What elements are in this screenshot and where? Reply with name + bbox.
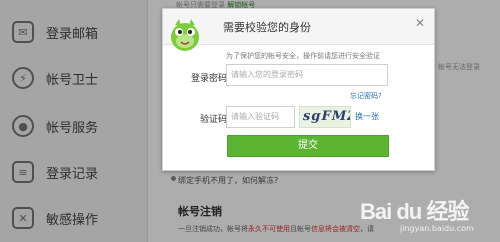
mascot-icon	[171, 19, 199, 51]
baidu-watermark: Bai du 经验 jingyan.baidu.com	[360, 190, 500, 238]
forgot-password-link[interactable]: 忘记密码?	[350, 91, 382, 101]
captcha-image-text: sgFMZ	[301, 109, 351, 124]
submit-button[interactable]: 提交	[227, 135, 389, 157]
password-label: 登录密码	[190, 74, 227, 84]
dialog-title: 需要校验您的身份	[223, 21, 311, 34]
refresh-captcha-link[interactable]: 换一张	[355, 111, 379, 122]
captcha-input[interactable]: 请输入验证码	[226, 106, 295, 128]
close-icon[interactable]: ✕	[415, 16, 425, 30]
dialog-header: 需要校验您的身份 ✕	[163, 9, 434, 51]
verify-identity-dialog: 需要校验您的身份 ✕ 为了保护您的帐号安全，操作前请您进行安全验证 登录密码 请…	[162, 8, 435, 171]
watermark-url: jingyan.baidu.com	[400, 224, 474, 233]
captcha-label: 验证码	[199, 115, 227, 125]
captcha-image[interactable]: sgFMZ	[299, 106, 351, 128]
watermark-brand: Bai du 经验	[360, 199, 469, 224]
security-hint: 为了保护您的帐号安全，操作前请您进行安全验证	[226, 52, 380, 60]
password-input[interactable]: 请输入您的登录密码	[226, 64, 388, 86]
